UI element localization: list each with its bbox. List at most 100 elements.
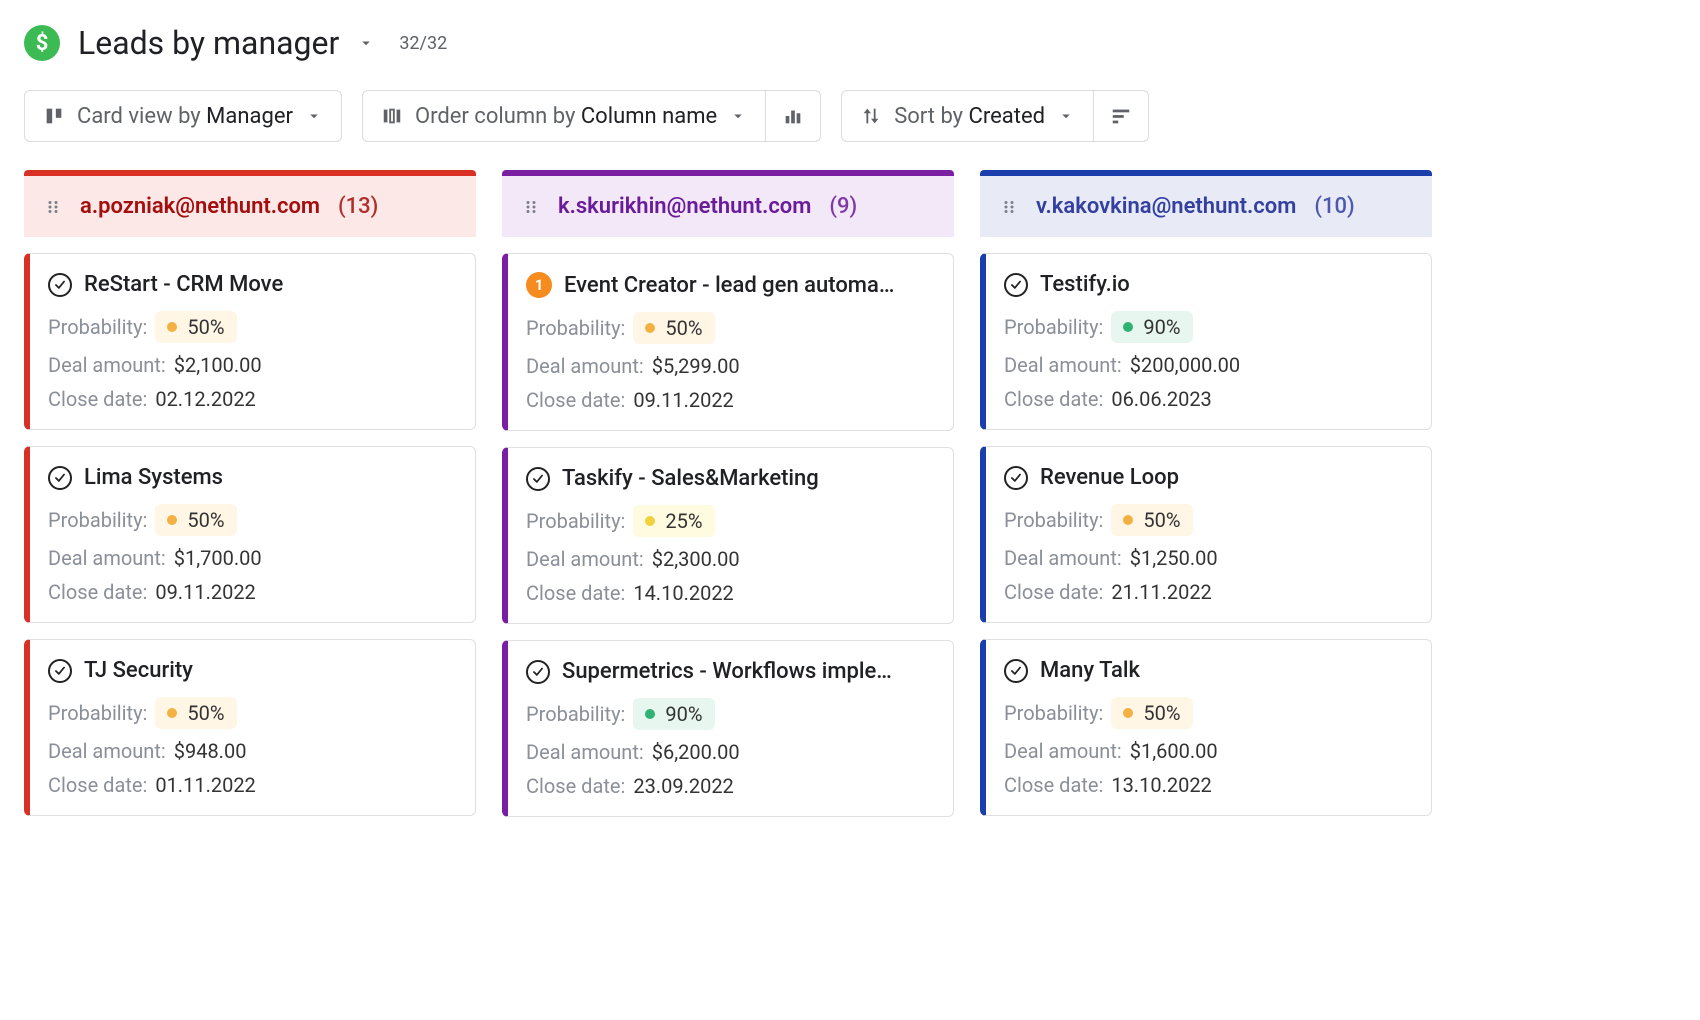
close-date-value: 01.11.2022 bbox=[155, 773, 255, 797]
probability-value: 50% bbox=[187, 315, 224, 339]
close-date-value: 21.11.2022 bbox=[1111, 580, 1211, 604]
probability-dot-icon bbox=[1123, 515, 1133, 525]
status-check-icon bbox=[48, 466, 72, 490]
card-view-value: Manager bbox=[206, 104, 293, 129]
card-view-prefix: Card view by bbox=[77, 104, 206, 129]
probability-value: 50% bbox=[187, 508, 224, 532]
probability-chip: 50% bbox=[155, 504, 236, 536]
chevron-down-icon bbox=[357, 34, 375, 52]
close-date-value: 02.12.2022 bbox=[155, 387, 255, 411]
close-date-label: Close date: bbox=[48, 387, 147, 411]
probability-chip: 50% bbox=[155, 311, 236, 343]
probability-dot-icon bbox=[167, 708, 177, 718]
probability-label: Probability: bbox=[1004, 508, 1103, 532]
lead-card[interactable]: TJ SecurityProbability:50%Deal amount:$9… bbox=[24, 639, 476, 816]
card-list: 1 Event Creator - lead gen automa… Probabi… bbox=[502, 253, 954, 817]
deal-amount-value: $200,000.00 bbox=[1130, 353, 1240, 377]
close-date-value: 23.09.2022 bbox=[633, 774, 733, 798]
deal-amount-label: Deal amount: bbox=[526, 354, 644, 378]
lead-card[interactable]: Revenue LoopProbability:50%Deal amount:$… bbox=[980, 446, 1432, 623]
lead-card[interactable]: Supermetrics - Workflows imple…Probabili… bbox=[502, 640, 954, 817]
close-date-value: 09.11.2022 bbox=[155, 580, 255, 604]
column-header[interactable]: k.skurikhin@nethunt.com (9) bbox=[502, 170, 954, 237]
kanban-column: k.skurikhin@nethunt.com (9) 1 Event Creator… bbox=[502, 170, 954, 817]
deal-amount-value: $2,100.00 bbox=[174, 353, 262, 377]
probability-label: Probability: bbox=[1004, 315, 1103, 339]
probability-value: 50% bbox=[1143, 701, 1180, 725]
lead-title: Supermetrics - Workflows imple… bbox=[562, 659, 931, 684]
probability-value: 50% bbox=[1143, 508, 1180, 532]
lead-title: Event Creator - lead gen automa… bbox=[564, 273, 931, 298]
close-date-label: Close date: bbox=[1004, 387, 1103, 411]
drag-handle-icon[interactable] bbox=[1000, 198, 1018, 216]
status-check-icon bbox=[1004, 466, 1028, 490]
lead-title: Lima Systems bbox=[84, 465, 453, 490]
probability-dot-icon bbox=[1123, 708, 1133, 718]
order-column-value: Column name bbox=[581, 104, 717, 129]
card-view-selector[interactable]: Card view by Manager bbox=[24, 90, 342, 142]
status-check-icon bbox=[48, 659, 72, 683]
chevron-down-icon bbox=[1057, 107, 1075, 125]
lead-card[interactable]: Many TalkProbability:50%Deal amount:$1,6… bbox=[980, 639, 1432, 816]
deal-amount-value: $1,250.00 bbox=[1130, 546, 1218, 570]
pipeline-icon: $ bbox=[24, 25, 60, 61]
probability-chip: 90% bbox=[1111, 311, 1192, 343]
column-count: (9) bbox=[829, 194, 857, 219]
lead-title: Revenue Loop bbox=[1040, 465, 1409, 490]
close-date-value: 06.06.2023 bbox=[1111, 387, 1211, 411]
close-date-label: Close date: bbox=[526, 388, 625, 412]
chart-toggle-button[interactable] bbox=[766, 90, 821, 142]
deal-amount-label: Deal amount: bbox=[48, 546, 166, 570]
deal-amount-value: $1,600.00 bbox=[1130, 739, 1218, 763]
lead-card[interactable]: Testify.ioProbability:90%Deal amount:$20… bbox=[980, 253, 1432, 430]
close-date-value: 09.11.2022 bbox=[633, 388, 733, 412]
card-list: Testify.ioProbability:90%Deal amount:$20… bbox=[980, 253, 1432, 816]
deal-amount-label: Deal amount: bbox=[526, 740, 644, 764]
probability-value: 25% bbox=[665, 509, 702, 533]
lead-card[interactable]: Taskify - Sales&MarketingProbability:25%… bbox=[502, 447, 954, 624]
column-header[interactable]: v.kakovkina@nethunt.com(10) bbox=[980, 170, 1432, 237]
lead-card[interactable]: ReStart - CRM MoveProbability:50%Deal am… bbox=[24, 253, 476, 430]
page-title: Leads by manager bbox=[78, 24, 339, 62]
lead-title: ReStart - CRM Move bbox=[84, 272, 453, 297]
kanban-column: a.pozniak@nethunt.com(13) ReStart - CRM M… bbox=[24, 170, 476, 816]
sort-arrows-icon bbox=[860, 105, 882, 127]
deal-amount-value: $2,300.00 bbox=[652, 547, 740, 571]
lead-title: Testify.io bbox=[1040, 272, 1409, 297]
column-manager: k.skurikhin@nethunt.com bbox=[558, 194, 811, 219]
close-date-value: 13.10.2022 bbox=[1111, 773, 1211, 797]
status-check-icon bbox=[526, 660, 550, 684]
status-badge: 1 bbox=[526, 272, 552, 298]
chevron-down-icon bbox=[729, 107, 747, 125]
column-count: (13) bbox=[338, 194, 378, 219]
probability-label: Probability: bbox=[48, 701, 147, 725]
deal-amount-label: Deal amount: bbox=[48, 739, 166, 763]
toolbar: Card view by Manager Order column by Col… bbox=[24, 90, 1676, 142]
column-count: (10) bbox=[1314, 194, 1354, 219]
column-header[interactable]: a.pozniak@nethunt.com(13) bbox=[24, 170, 476, 237]
sort-by-value: Created bbox=[969, 104, 1045, 129]
probability-chip: 50% bbox=[633, 312, 714, 344]
sort-direction-button[interactable] bbox=[1094, 90, 1149, 142]
drag-handle-icon[interactable] bbox=[522, 198, 540, 216]
sort-descending-icon bbox=[1110, 105, 1132, 127]
probability-dot-icon bbox=[645, 516, 655, 526]
lead-card[interactable]: 1 Event Creator - lead gen automa… Probabi… bbox=[502, 253, 954, 431]
lead-title: Taskify - Sales&Marketing bbox=[562, 466, 931, 491]
probability-chip: 50% bbox=[1111, 504, 1192, 536]
probability-chip: 25% bbox=[633, 505, 714, 537]
page-title-dropdown[interactable] bbox=[357, 34, 375, 52]
status-check-icon bbox=[1004, 659, 1028, 683]
sort-by-selector[interactable]: Sort by Created bbox=[841, 90, 1094, 142]
lead-card[interactable]: Lima SystemsProbability:50%Deal amount:$… bbox=[24, 446, 476, 623]
probability-label: Probability: bbox=[526, 316, 625, 340]
probability-value: 50% bbox=[187, 701, 224, 725]
probability-value: 50% bbox=[665, 316, 702, 340]
close-date-label: Close date: bbox=[48, 773, 147, 797]
kanban-icon bbox=[43, 105, 65, 127]
order-column-selector[interactable]: Order column by Column name bbox=[362, 90, 766, 142]
probability-value: 90% bbox=[665, 702, 702, 726]
record-counter: 32/32 bbox=[399, 33, 447, 54]
probability-dot-icon bbox=[645, 323, 655, 333]
drag-handle-icon[interactable] bbox=[44, 198, 62, 216]
